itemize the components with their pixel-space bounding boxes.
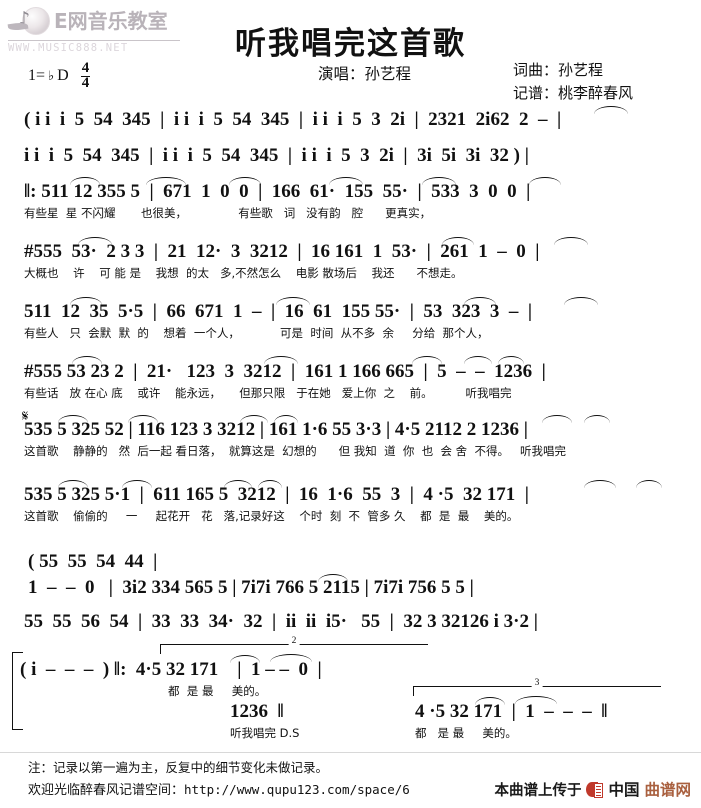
slur-mark — [58, 480, 88, 488]
transcription-note: 注：记录以第一遍为主，反复中的细节变化未做记录。 — [28, 760, 329, 775]
note-row: #555 53 23 2 | 21· 123 3 3212 | 161 1 16… — [24, 361, 546, 382]
slur-mark — [72, 356, 102, 364]
note-row: 511 12 35 5·5 | 66 671 1 – | 16 61 155 5… — [24, 301, 533, 322]
upload-prefix: 本曲谱上传于 — [494, 782, 582, 799]
lyric-row: 有些星 星 不闪耀 也很美， 有些歌 词 没有韵 腔 更真实， — [24, 205, 432, 220]
slur-mark — [318, 574, 348, 582]
system-bracket — [12, 652, 23, 730]
score-system-interlude-1: 1 – – 0 | 3i2 334 565 5 | 7i7i 766 5 211… — [28, 574, 701, 598]
slur-mark — [122, 480, 152, 488]
slur-mark — [584, 415, 610, 423]
key-signature: 1= ♭ D 4 4 — [28, 61, 91, 91]
note-row: 4 ·5 32 171 | 1 – – – ‖ — [415, 701, 608, 722]
volta-number: 2 — [288, 636, 300, 646]
lyric-row: 这首歌 偷偷的 一 起花开 花 落,记录好这 个时 刻 不 管多 久 都 是 最… — [24, 508, 519, 523]
slur-mark — [78, 237, 112, 245]
lyric-row: 有些话 放 在心 底 或许 能永远， 但那只限 于在她 爱上你 之 前。 听我唱… — [24, 385, 512, 400]
slur-mark — [554, 237, 588, 245]
score-system-ending-right: 4 ·5 32 171 | 1 – – – ‖ 都 是 最 美的。 3 — [413, 678, 701, 741]
slur-mark — [224, 480, 252, 488]
flat-icon: ♭ — [48, 68, 55, 84]
score-system-intro-1: ( i i i 5 54 345 | i i i 5 54 345 | i i … — [24, 106, 701, 130]
upload-site-name-part2: 曲谱网 — [644, 781, 691, 799]
slur-mark — [584, 480, 616, 488]
slur-mark — [542, 415, 572, 423]
time-signature: 4 4 — [80, 61, 91, 91]
slur-mark — [422, 177, 456, 185]
note-row: ( 55 55 54 44 | — [28, 551, 158, 572]
upload-credit: 本曲谱上传于 中国 曲谱网 — [494, 778, 691, 800]
space-label: 欢迎光临醉春风记谱空间： — [28, 783, 185, 798]
slur-mark — [276, 297, 310, 305]
volta-bracket-2: 2 — [160, 636, 428, 654]
lyric-row: 都 是 最 美的。 — [415, 725, 517, 740]
score-system-verse-2a: 511 12 35 5·5 | 66 671 1 – | 16 61 155 5… — [24, 297, 701, 341]
meter-denominator: 4 — [81, 74, 90, 91]
lyric-row: 有些人 只 会默 默 的 想着 一个人， 可是 时间 从不多 余 分给 那个人， — [24, 325, 489, 340]
slur-mark — [270, 654, 312, 662]
note-row: #555 53· 2 3 3 | 21 12· 3 3212 | 16 161 … — [24, 241, 540, 262]
slur-mark — [564, 297, 598, 305]
score-system-verse-1a: ‖: 511 12 355 5 | 671 1 0 0 | 166 61· 15… — [24, 177, 701, 221]
slur-mark — [636, 480, 662, 488]
slur-mark — [529, 177, 561, 185]
upload-site-name-part1: 中国 — [608, 781, 640, 799]
key-label: 1= — [28, 67, 46, 85]
key-name: D — [57, 67, 69, 85]
slur-mark — [146, 177, 186, 185]
score-system-chorus-1b: 535 5 325 5·1 | 611 165 5 3212 | 16 1·6 … — [24, 480, 701, 524]
score-system-verse-2b: #555 53 23 2 | 21· 123 3 3212 | 161 1 16… — [24, 356, 701, 401]
slur-mark — [70, 177, 100, 185]
slur-mark — [498, 356, 524, 364]
note-row: 55 55 56 54 | 33 33 34· 32 | ii ii i5· 5… — [24, 611, 538, 632]
credits-block: 词曲：孙艺程 记谱：桃李醉春风 — [513, 60, 633, 107]
qupu-logo-icon — [586, 781, 604, 798]
slur-mark — [274, 415, 298, 423]
slur-mark — [258, 480, 282, 488]
score-system-intro-2: i i i 5 54 345 | i i i 5 54 345 | i i i … — [24, 146, 701, 166]
slur-mark — [329, 177, 363, 185]
score-system-chorus-1a: 𝄋 535 5 325 52 | 116 123 3 3212 | 161 1·… — [22, 407, 701, 459]
slur-mark — [464, 356, 492, 364]
lyric-row: 大概也 许 可 能 是 我想 的太 多,不然怎么 电影 散场后 我还 不想走。 — [24, 265, 463, 280]
space-url[interactable]: http://www.qupu123.com/space/6 — [184, 782, 410, 797]
slur-mark — [229, 177, 261, 185]
lyric-row: 这首歌 静静的 然 后一起 看日落， 就算这是 幻想的 但 我知 道 你 也 会… — [24, 443, 566, 458]
score-system-interlude-2: 55 55 56 54 | 33 33 34· 32 | ii ii i5· 5… — [24, 612, 701, 632]
footer-divider — [0, 752, 701, 753]
note-row: 1 – – 0 | 3i2 334 565 5 | 7i7i 766 5 211… — [28, 577, 474, 598]
space-line: 欢迎光临醉春风记谱空间：http://www.qupu123.com/space… — [28, 779, 410, 798]
score-system-interlude-top: ( 55 55 54 44 | — [28, 552, 701, 572]
transcriber-credit: 记谱：桃李醉春风 — [513, 86, 634, 103]
slur-mark — [442, 237, 474, 245]
composer-credit: 词曲：孙艺程 — [513, 63, 604, 79]
page-title: 听我唱完这首歌 — [235, 26, 466, 62]
note-row: i i i 5 54 345 | i i i 5 54 345 | i i i … — [24, 145, 529, 166]
volta-number: 3 — [531, 678, 543, 688]
note-row: ( i – – – ) ‖: 4·5 32 171 | 1 – – 0 | — [20, 659, 322, 680]
slur-mark — [464, 297, 496, 305]
volta-bracket-3: 3 — [413, 678, 661, 696]
score-system-verse-1b: #555 53· 2 3 3 | 21 12· 3 3212 | 16 161 … — [24, 237, 701, 281]
slur-mark — [230, 655, 260, 663]
slur-mark — [412, 356, 442, 364]
slur-mark — [240, 415, 268, 423]
singer-credit: 演唱：孙艺程 — [318, 66, 412, 83]
slur-mark — [70, 297, 102, 305]
slur-mark — [264, 356, 298, 364]
segno-icon: 𝄋 — [22, 407, 29, 425]
slur-mark — [58, 415, 88, 423]
slur-mark — [128, 415, 158, 423]
slur-mark — [594, 106, 628, 114]
